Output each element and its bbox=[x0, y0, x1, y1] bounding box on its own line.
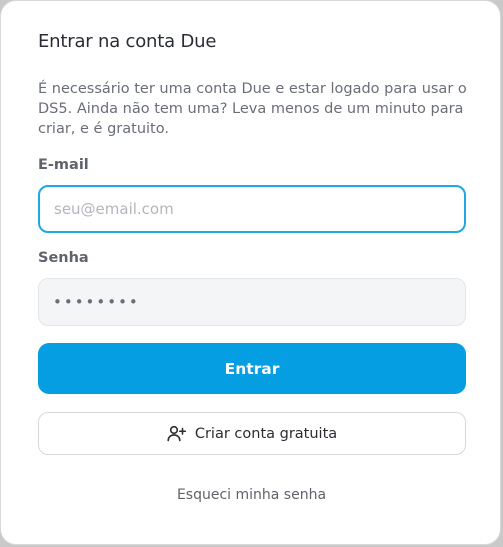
login-dialog: Entrar na conta Due É necessário ter uma… bbox=[0, 0, 501, 545]
user-plus-icon bbox=[167, 425, 186, 442]
dialog-title: Entrar na conta Due bbox=[38, 31, 217, 52]
create-account-label: Criar conta gratuita bbox=[194, 425, 338, 442]
forgot-password-link[interactable]: Esqueci minha senha bbox=[1, 487, 500, 503]
create-account-button[interactable]: Criar conta gratuita bbox=[38, 412, 466, 455]
login-button[interactable]: Entrar bbox=[38, 343, 466, 394]
password-input[interactable] bbox=[38, 278, 466, 326]
password-label: Senha bbox=[38, 250, 89, 266]
email-label: E-mail bbox=[38, 157, 89, 173]
email-input[interactable] bbox=[38, 185, 466, 233]
dialog-description: É necessário ter uma conta Due e estar l… bbox=[38, 81, 467, 137]
